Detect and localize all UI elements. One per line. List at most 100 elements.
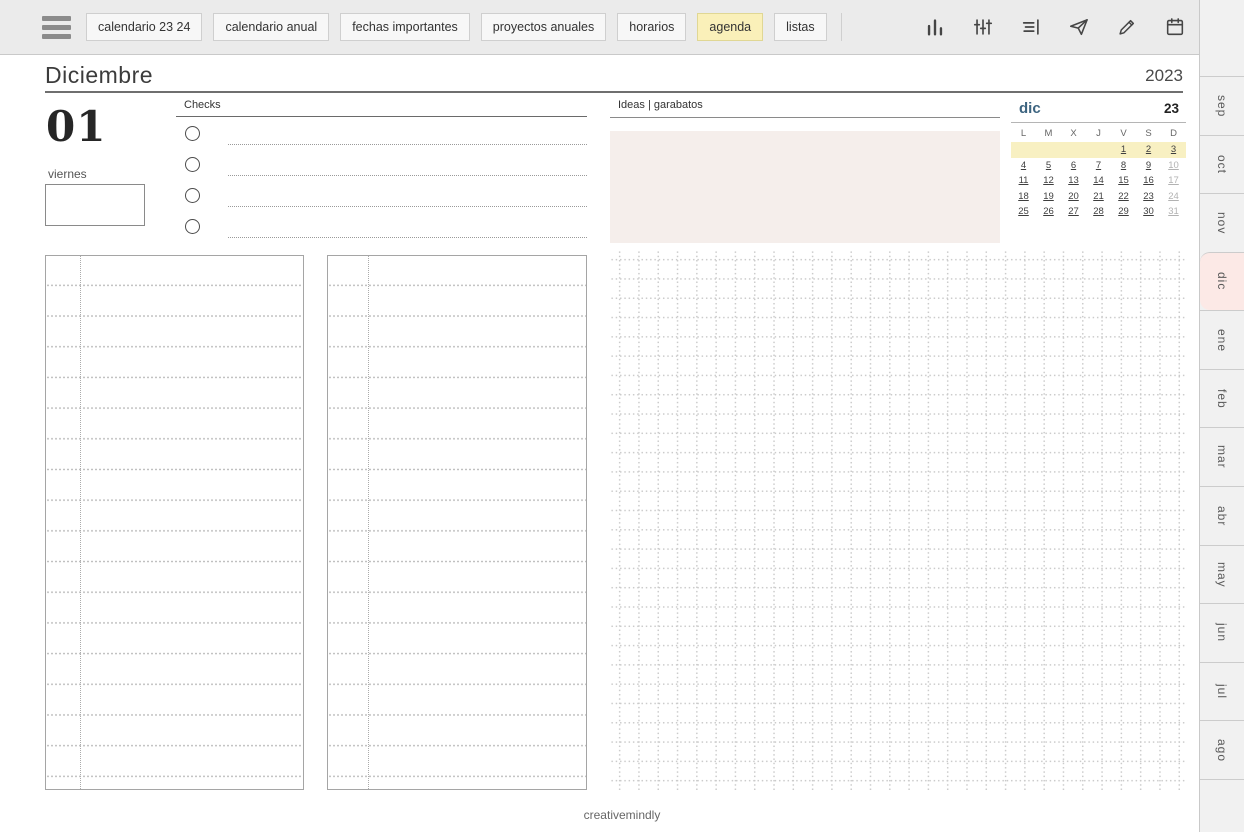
ideas-drawing-box[interactable]	[610, 131, 1000, 243]
sidebar-item-may[interactable]: may	[1200, 544, 1244, 604]
calendar-date[interactable]: 23	[1136, 189, 1161, 205]
day-header: V	[1120, 128, 1127, 139]
month-tab-label: dic	[1215, 272, 1229, 291]
mini-calendar-month: dic	[1019, 100, 1041, 117]
checkbox-circle[interactable]	[185, 157, 200, 172]
calendar-date[interactable]: 10	[1161, 158, 1186, 174]
calendar-date[interactable]: 2	[1136, 142, 1161, 158]
calendar-date[interactable]: 24	[1161, 189, 1186, 205]
sidebar-item-dic[interactable]: dic	[1200, 251, 1244, 311]
tab-listas[interactable]: listas	[774, 13, 827, 41]
day-header: D	[1170, 128, 1177, 139]
calendar-date[interactable]: 26	[1036, 204, 1061, 220]
notes-box-middle[interactable]	[327, 255, 587, 790]
calendar-date[interactable]: 5	[1036, 158, 1061, 174]
list-icon[interactable]	[1020, 16, 1042, 38]
day-note-box[interactable]	[45, 184, 145, 226]
month-tab-label: ago	[1215, 738, 1229, 762]
calendar-icon[interactable]	[1164, 16, 1186, 38]
day-header: M	[1044, 128, 1053, 139]
notes-margin-line	[368, 256, 369, 789]
sidebar-item-jun[interactable]: jun	[1200, 603, 1244, 662]
check-writing-line	[228, 144, 587, 145]
brand-footer: creativemindly	[583, 808, 661, 822]
sidebar-item-jul[interactable]: jul	[1200, 661, 1244, 721]
calendar-date[interactable]	[1086, 142, 1111, 158]
sidebar-item-feb[interactable]: feb	[1200, 368, 1244, 428]
check-row	[176, 148, 587, 179]
dot-grid-writing-area[interactable]	[610, 250, 1187, 790]
calendar-date[interactable]: 16	[1136, 173, 1161, 189]
calendar-date[interactable]: 20	[1061, 189, 1086, 205]
topbar-tabs: calendario 23 24 calendario anual fechas…	[86, 13, 842, 41]
tab-agenda[interactable]: agenda	[697, 13, 764, 41]
calendar-date[interactable]: 30	[1136, 204, 1161, 220]
month-tab-label: jul	[1215, 684, 1229, 700]
calendar-date[interactable]: 18	[1011, 189, 1036, 205]
tab-horarios[interactable]: horarios	[617, 13, 687, 41]
year-label: 2023	[1145, 66, 1183, 85]
ideas-title: Ideas | garabatos	[610, 99, 1000, 118]
month-tab-label: nov	[1215, 211, 1229, 235]
tab-calendario-anual[interactable]: calendario anual	[213, 13, 330, 41]
calendar-date[interactable]	[1061, 142, 1086, 158]
calendar-date[interactable]	[1036, 142, 1061, 158]
calendar-date[interactable]: 12	[1036, 173, 1061, 189]
sidebar-item-ene[interactable]: ene	[1200, 310, 1244, 369]
page-title: Diciembre	[45, 62, 154, 88]
calendar-date[interactable]: 3	[1161, 142, 1186, 158]
tab-fechas-importantes[interactable]: fechas importantes	[340, 13, 470, 41]
sidebar-item-mar[interactable]: mar	[1200, 427, 1244, 486]
day-header: S	[1145, 128, 1152, 139]
calendar-date[interactable]: 15	[1111, 173, 1136, 189]
send-icon[interactable]	[1068, 16, 1090, 38]
checks-title: Checks	[176, 99, 587, 117]
calendar-date[interactable]: 17	[1161, 173, 1186, 189]
calendar-date[interactable]: 22	[1111, 189, 1136, 205]
calendar-date[interactable]	[1011, 142, 1036, 158]
check-row	[176, 179, 587, 210]
bar-chart-icon[interactable]	[924, 16, 946, 38]
check-writing-line	[228, 175, 587, 176]
tab-calendario-23-24[interactable]: calendario 23 24	[86, 13, 203, 41]
hamburger-menu-icon[interactable]	[42, 16, 71, 39]
calendar-date[interactable]: 31	[1161, 204, 1186, 220]
calendar-date[interactable]: 13	[1061, 173, 1086, 189]
title-divider	[45, 91, 1183, 93]
planner-page: calendario 23 24 calendario anual fechas…	[0, 0, 1244, 832]
mini-calendar-week-highlighted: 1 2 3	[1011, 142, 1186, 158]
check-row	[176, 117, 587, 148]
calendar-date[interactable]: 4	[1011, 158, 1036, 174]
calendar-date[interactable]: 11	[1011, 173, 1036, 189]
calendar-date[interactable]: 29	[1111, 204, 1136, 220]
notes-box-left[interactable]	[45, 255, 304, 790]
equalizer-icon[interactable]	[972, 16, 994, 38]
sidebar-item-oct[interactable]: oct	[1200, 134, 1244, 194]
calendar-date[interactable]: 1	[1111, 142, 1136, 158]
checkbox-circle[interactable]	[185, 126, 200, 141]
mini-calendar-header: dic 23	[1011, 100, 1186, 123]
check-writing-line	[228, 206, 587, 207]
calendar-date[interactable]: 6	[1061, 158, 1086, 174]
calendar-date[interactable]: 27	[1061, 204, 1086, 220]
calendar-date[interactable]: 21	[1086, 189, 1111, 205]
calendar-date[interactable]: 7	[1086, 158, 1111, 174]
sidebar-item-nov[interactable]: nov	[1200, 193, 1244, 252]
tab-proyectos-anuales[interactable]: proyectos anuales	[480, 13, 607, 41]
calendar-date[interactable]: 8	[1111, 158, 1136, 174]
pencil-icon[interactable]	[1116, 16, 1138, 38]
sidebar-item-ago[interactable]: ago	[1200, 720, 1244, 779]
checkbox-circle[interactable]	[185, 219, 200, 234]
day-number: 01	[46, 102, 107, 151]
calendar-date[interactable]: 28	[1086, 204, 1111, 220]
calendar-date[interactable]: 19	[1036, 189, 1061, 205]
mini-calendar: dic 23 L M X J V S D 1 2 3 4 5 6 7 8 9 1…	[1011, 100, 1186, 220]
sidebar-item-sep[interactable]: sep	[1200, 76, 1244, 135]
checkbox-circle[interactable]	[185, 188, 200, 203]
calendar-date[interactable]: 14	[1086, 173, 1111, 189]
calendar-date[interactable]: 25	[1011, 204, 1036, 220]
mini-calendar-week: 25 26 27 28 29 30 31	[1011, 204, 1186, 220]
sidebar-item-abr[interactable]: abr	[1200, 486, 1244, 545]
calendar-date[interactable]: 9	[1136, 158, 1161, 174]
day-header: X	[1070, 128, 1077, 139]
